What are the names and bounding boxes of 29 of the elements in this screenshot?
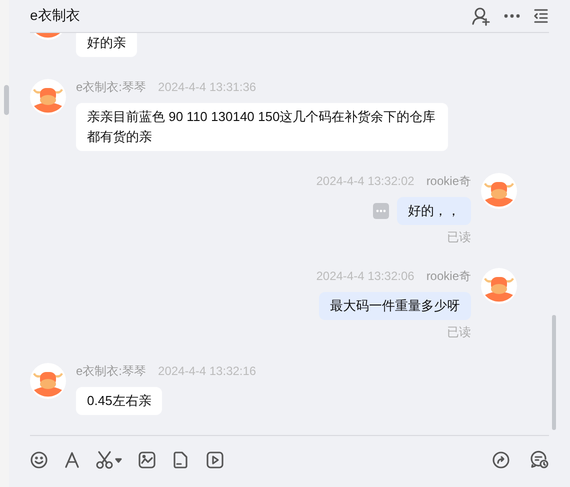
message-time: 2024-4-4 13:32:06: [316, 269, 414, 283]
font-icon[interactable]: [64, 452, 80, 468]
message-bubble: 好的，，: [397, 197, 471, 225]
more-icon[interactable]: [503, 13, 521, 19]
menu-icon[interactable]: [533, 8, 549, 24]
chat-title: e衣制衣: [30, 7, 80, 25]
message-bubble: 亲亲目前蓝色 90 110 130140 150这几个码在补货余下的仓库都有货的亲: [76, 103, 448, 151]
message-time: 2024-4-4 13:32:16: [158, 364, 256, 378]
sender-name: rookie奇: [426, 268, 471, 284]
read-status: 已读: [447, 229, 471, 246]
chat-history-icon[interactable]: [530, 450, 549, 469]
message-bubble: 好的亲: [76, 33, 137, 57]
sender-name: rookie奇: [426, 172, 471, 190]
image-icon[interactable]: [138, 450, 156, 468]
scrollbar-thumb[interactable]: [552, 315, 556, 430]
sender-name: e衣制衣:琴琴: [76, 362, 146, 380]
file-icon[interactable]: [172, 450, 190, 468]
message-bubble: 最大码一件重量多少呀: [319, 292, 471, 320]
video-icon[interactable]: [206, 450, 224, 468]
scissors-icon[interactable]: [96, 450, 122, 468]
message-time: 2024-4-4 13:32:02: [316, 174, 414, 188]
scrollbar-thumb[interactable]: [4, 85, 9, 115]
message-bubble: 0.45左右亲: [76, 387, 162, 415]
add-user-icon[interactable]: [471, 6, 491, 26]
share-icon[interactable]: [492, 450, 510, 468]
emoji-icon[interactable]: [30, 450, 48, 468]
sender-name: e衣制衣:琴琴: [76, 78, 146, 96]
message-time: 2024-4-4 13:31:36: [158, 80, 256, 94]
read-status: 已读: [447, 324, 471, 341]
